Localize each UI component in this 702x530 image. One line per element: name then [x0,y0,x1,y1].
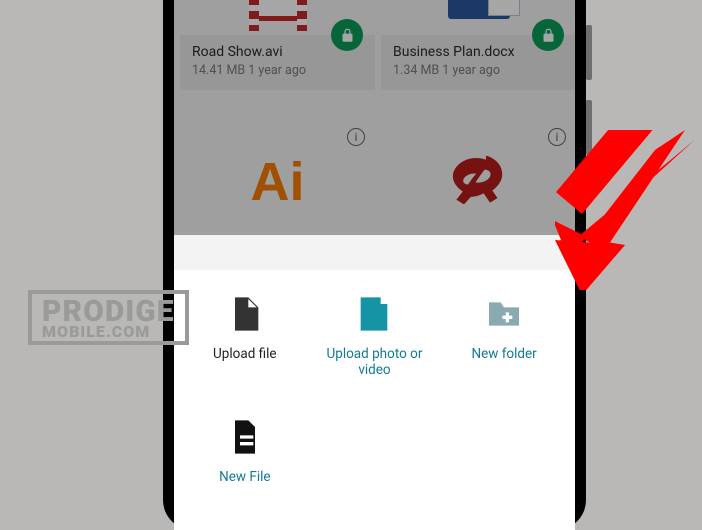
file-grid: Road Show.avi 14.41 MB 1 year ago W Busi… [174,0,575,235]
callout-arrow [555,130,695,294]
option-label: New File [213,469,276,485]
file-icon [223,292,267,336]
option-label: Upload photo or video [310,346,440,378]
folder-plus-icon [482,292,526,336]
action-sheet: Upload file Upload photo or video New fo… [174,270,575,530]
photo-icon [352,292,396,336]
watermark: PRODIGE MOBILE.COM [28,290,189,345]
new-file-option[interactable]: New File [180,407,310,517]
option-label: Upload file [207,346,283,362]
upload-photo-option[interactable]: Upload photo or video [310,284,440,394]
new-folder-option[interactable]: New folder [439,284,569,394]
upload-file-option[interactable]: Upload file [180,284,310,394]
volume-up-button [586,25,592,80]
phone-screen: Road Show.avi 14.41 MB 1 year ago W Busi… [174,0,575,530]
watermark-line1: PRODIGE [42,298,175,325]
new-file-icon [223,415,267,459]
dim-overlay[interactable] [174,0,575,235]
option-label: New folder [465,346,542,362]
phone-frame: Road Show.avi 14.41 MB 1 year ago W Busi… [163,0,586,530]
